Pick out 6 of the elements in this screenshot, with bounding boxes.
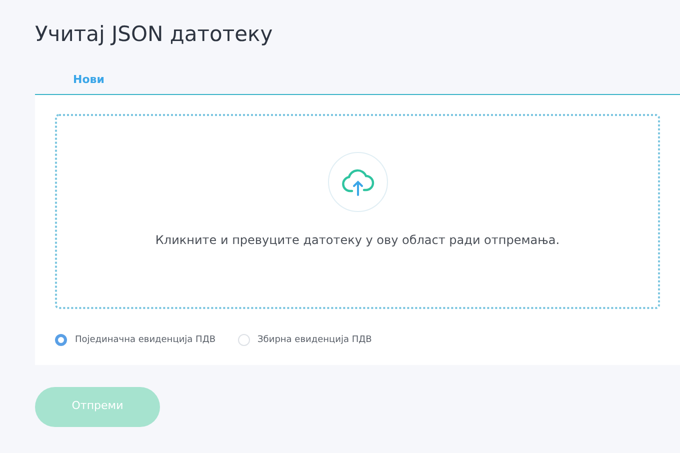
upload-cloud-icon: [328, 152, 388, 212]
dropzone-text: Кликните и превуците датотеку у ову област ради отпремања.: [155, 232, 560, 248]
page-title: Учитај JSON датотеку: [35, 21, 274, 48]
upload-dropzone[interactable]: Кликните и превуците датотеку у ову област ради отпремања.: [55, 114, 660, 308]
radio-option[interactable]: Појединачна евиденција ПДВ: [55, 334, 216, 347]
radio-option[interactable]: Збирна евиденција ПДВ: [238, 334, 372, 347]
